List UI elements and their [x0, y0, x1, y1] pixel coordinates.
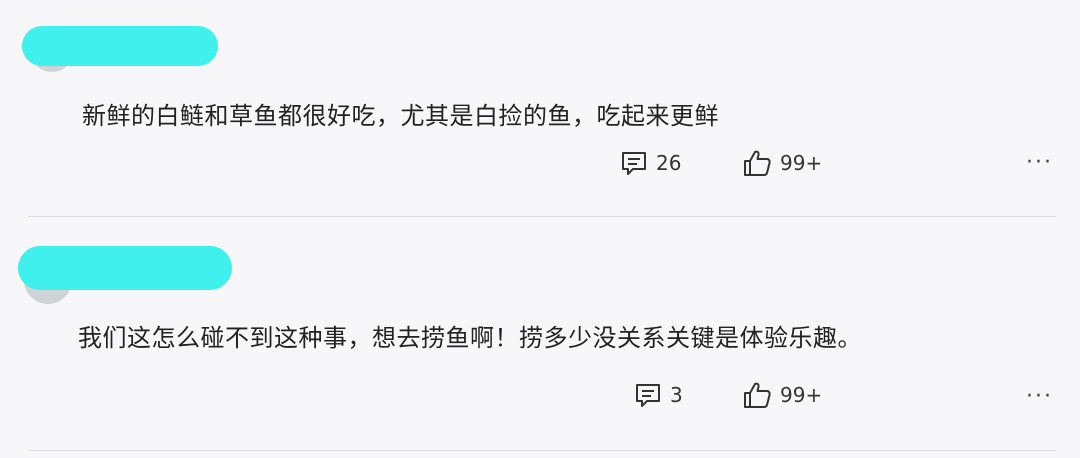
redacted-username: [18, 246, 232, 290]
like-count: 99+: [780, 383, 823, 407]
reply-count: 3: [670, 383, 683, 407]
thumbs-up-icon: [742, 380, 772, 410]
more-icon: ···: [1026, 384, 1053, 409]
divider: [28, 450, 1056, 451]
reply-button[interactable]: 3: [634, 382, 683, 408]
like-button[interactable]: 99+: [742, 380, 822, 410]
comment-list: 新鲜的白鲢和草鱼都很好吃，尤其是白捡的鱼，吃起来更鲜 26 99+ ··· 我们…: [0, 0, 1080, 458]
comment-text: 我们这怎么碰不到这种事，想去捞鱼啊！捞多少没关系关键是体验乐趣。: [78, 324, 862, 352]
more-options-button[interactable]: ···: [1026, 384, 1053, 409]
comment-item: 我们这怎么碰不到这种事，想去捞鱼啊！捞多少没关系关键是体验乐趣。 3 99+ ·…: [0, 0, 1080, 409]
comment-bubble-icon: [634, 382, 662, 408]
